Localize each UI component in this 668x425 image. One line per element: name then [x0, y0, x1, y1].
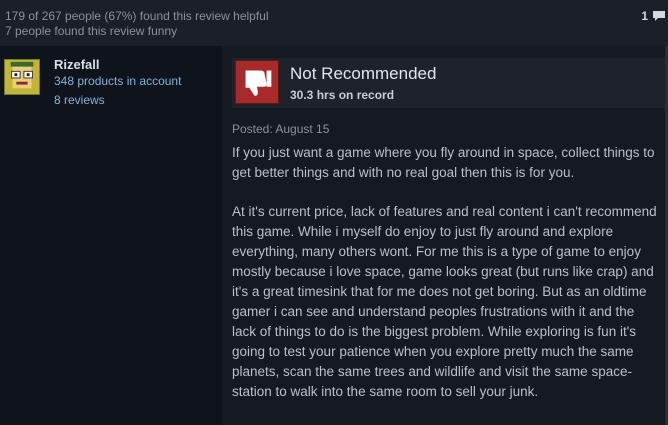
comment-icon[interactable] — [652, 10, 666, 22]
helpful-count-text: 179 of 267 people (67%) found this revie… — [5, 9, 269, 23]
review-paragraph-2: At it's current price, lack of features … — [232, 204, 657, 399]
author-column — [0, 46, 220, 425]
products-in-account-link[interactable]: 348 products in account — [54, 74, 181, 88]
author-name[interactable]: Rizefall — [54, 57, 100, 72]
funny-count-text: 7 people found this review funny — [5, 24, 178, 38]
thumbs-down-icon[interactable] — [235, 60, 279, 104]
reviews-count-link[interactable]: 8 reviews — [54, 93, 105, 107]
review-paragraph-1: If you just want a game where you fly ar… — [232, 145, 655, 180]
posted-date: Posted: August 15 — [232, 122, 330, 136]
hours-on-record: 30.3 hrs on record — [290, 88, 395, 102]
avatar[interactable] — [4, 59, 40, 95]
review-body: If you just want a game where you fly ar… — [232, 143, 660, 421]
comment-count[interactable]: 1 — [641, 9, 648, 23]
verdict-title: Not Recommended — [290, 64, 437, 83]
